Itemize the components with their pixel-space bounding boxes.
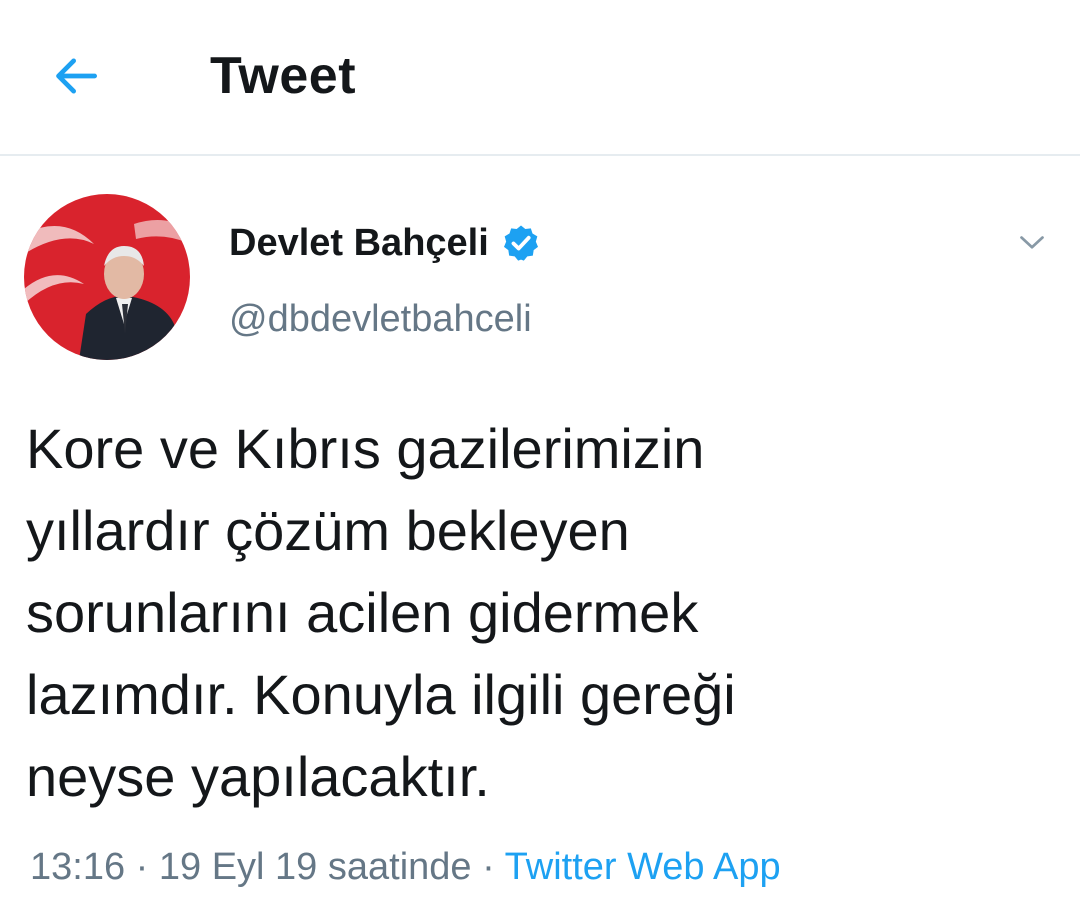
display-name[interactable]: Devlet Bahçeli — [229, 218, 489, 268]
tweet-text-line: Kore ve Kıbrıs gazilerimizin — [26, 417, 705, 480]
chevron-down-icon — [1020, 236, 1044, 249]
tweet-menu-button[interactable] — [1008, 218, 1056, 266]
tweet-text-line: yıllardır çözüm bekleyen — [26, 499, 630, 562]
author-name-row: Devlet Bahçeli — [229, 218, 541, 268]
tweet-date[interactable]: 19 Eyl 19 saatinde — [159, 846, 472, 888]
tweet-time[interactable]: 13:16 — [30, 846, 125, 888]
top-bar: Tweet — [0, 0, 1080, 156]
tweet-text-line: neyse yapılacaktır. — [26, 745, 490, 808]
verified-badge-icon — [501, 223, 541, 263]
back-button[interactable] — [44, 44, 108, 108]
tweet-meta: 13:16 · 19 Eyl 19 saatinde · Twitter Web… — [30, 842, 781, 892]
avatar[interactable] — [24, 194, 190, 360]
user-handle[interactable]: @dbdevletbahceli — [229, 294, 532, 344]
tweet-text: Kore ve Kıbrıs gazilerimizin yıllardır ç… — [26, 408, 1046, 818]
tweet-text-line: sorunlarını acilen gidermek — [26, 581, 699, 644]
avatar-image — [24, 194, 190, 360]
tweet-source-link[interactable]: Twitter Web App — [505, 846, 781, 888]
tweet-text-line: lazımdır. Konuyla ilgili gereği — [26, 663, 736, 726]
page-title: Tweet — [210, 47, 357, 105]
meta-separator: · — [482, 846, 495, 888]
meta-separator: · — [135, 846, 149, 888]
arrow-left-icon — [56, 58, 97, 94]
